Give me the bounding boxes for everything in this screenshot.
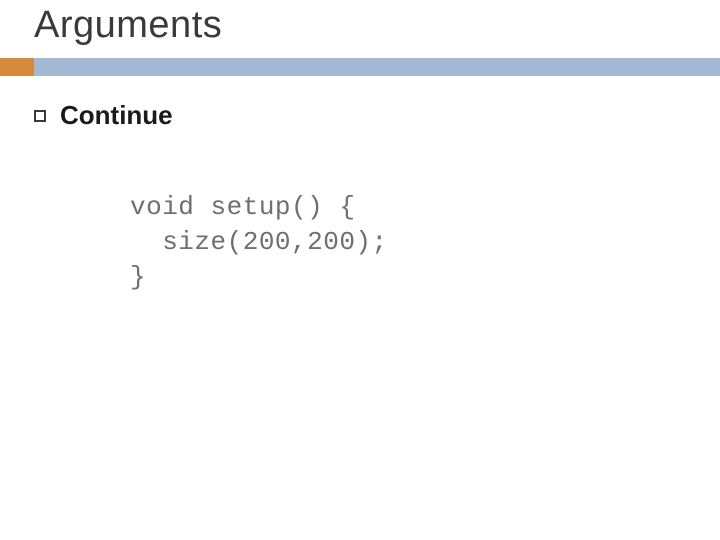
slide: Arguments Continue void setup() { size(2… bbox=[0, 0, 720, 540]
bullet-text: Continue bbox=[60, 100, 173, 131]
title-underline-bar bbox=[0, 58, 720, 76]
code-line-1: void setup() { bbox=[130, 192, 355, 222]
square-bullet-icon bbox=[34, 110, 46, 122]
code-line-2: size(200,200); bbox=[130, 227, 388, 257]
bullet-item: Continue bbox=[34, 100, 173, 131]
slide-title: Arguments bbox=[34, 4, 222, 47]
code-snippet: void setup() { size(200,200); } bbox=[130, 190, 388, 295]
code-line-3: } bbox=[130, 262, 146, 292]
title-underline-accent bbox=[0, 58, 34, 76]
